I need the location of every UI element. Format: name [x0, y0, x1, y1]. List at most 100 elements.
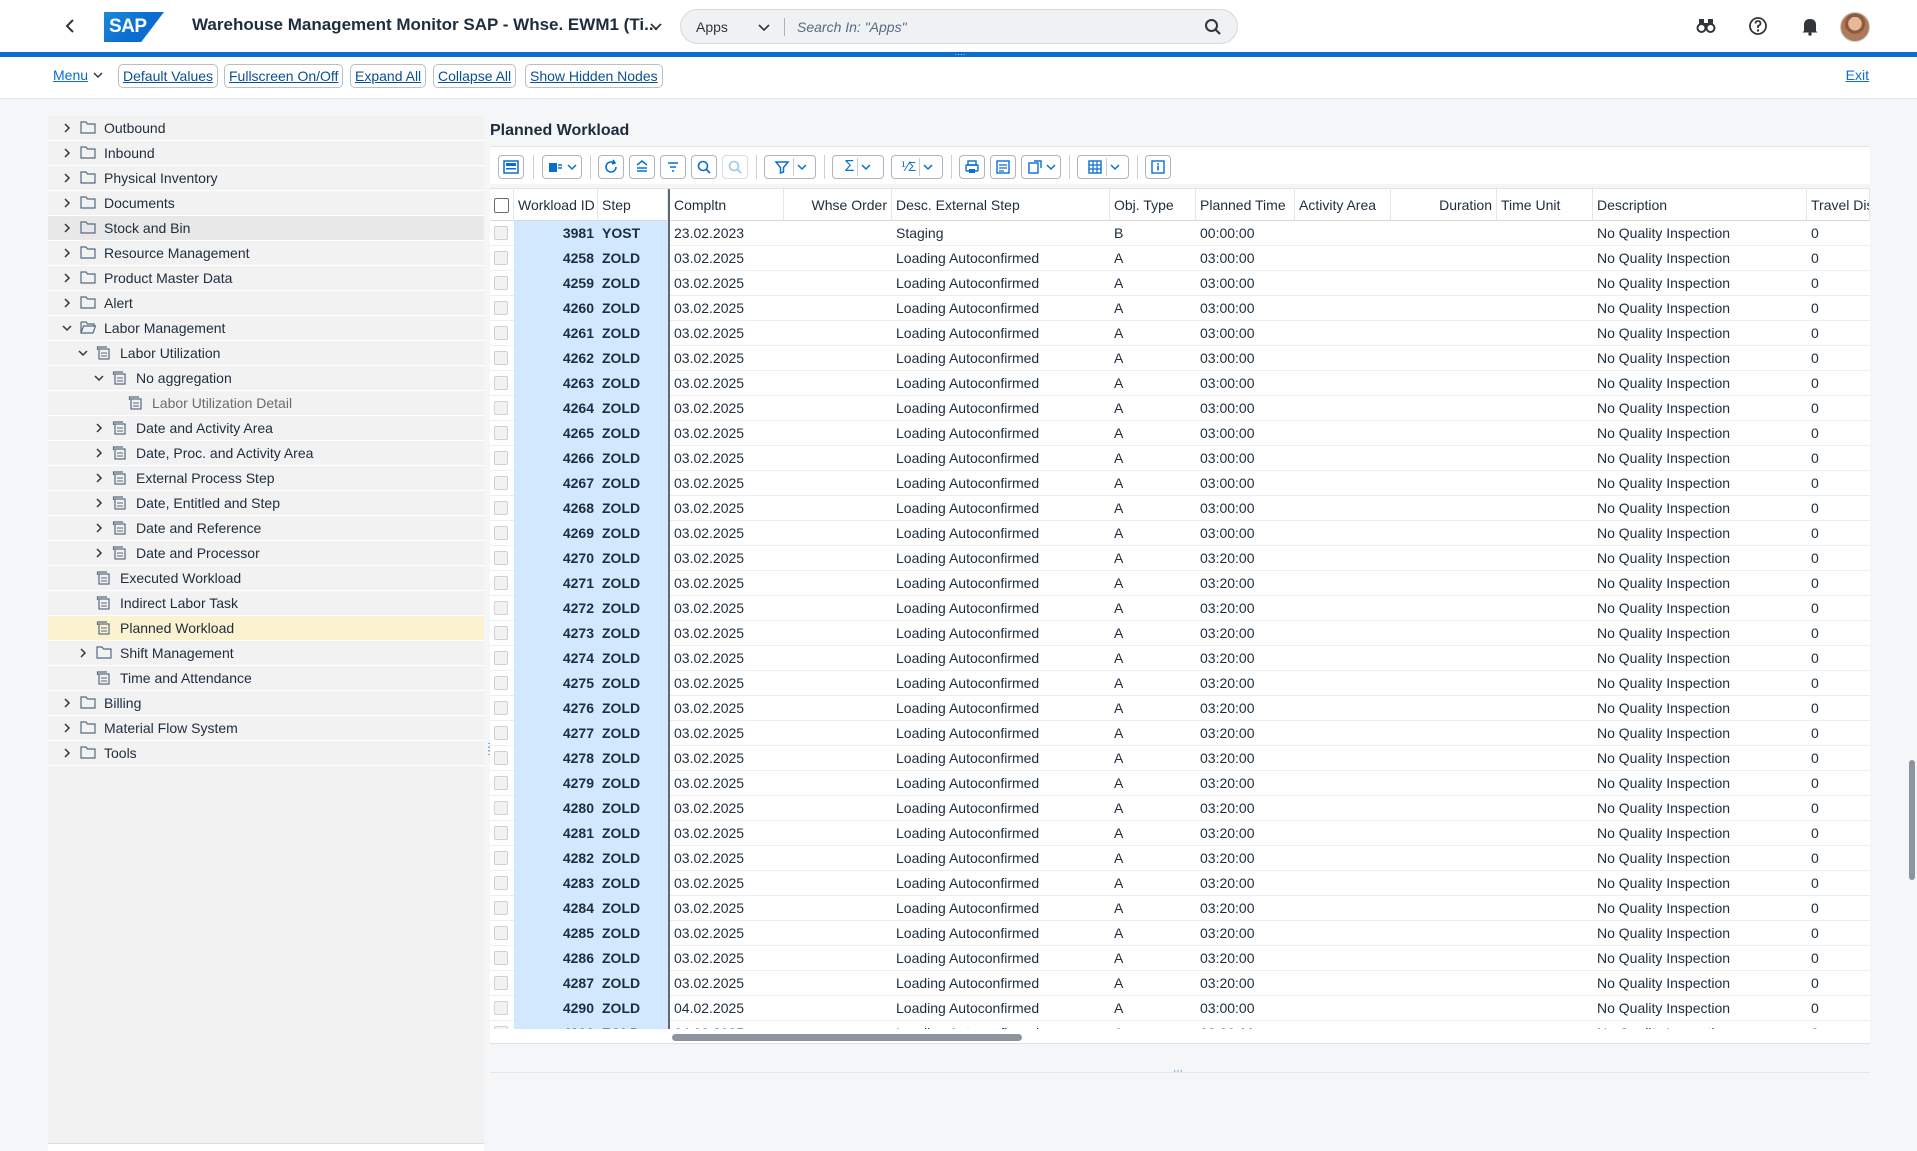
table-row[interactable]: 4283 ZOLD 03.02.2025 Loading Autoconfirmed A…	[490, 871, 1870, 896]
chevron-down-icon[interactable]	[756, 19, 772, 35]
tree-node[interactable]: Date and Processor	[48, 541, 484, 566]
column-header[interactable]: Workload ID	[514, 189, 598, 221]
tree-node[interactable]: Labor Utilization	[48, 341, 484, 366]
total-menu[interactable]: Σ	[832, 155, 884, 179]
search-scope-select[interactable]: Apps	[696, 19, 756, 35]
chevron-right-icon[interactable]	[92, 496, 106, 510]
table-row[interactable]: 4272 ZOLD 03.02.2025 Loading Autoconfirmed A…	[490, 596, 1870, 621]
exit-button[interactable]: Exit	[1846, 67, 1869, 83]
table-row[interactable]: 4284 ZOLD 03.02.2025 Loading Autoconfirmed A…	[490, 896, 1870, 921]
row-select-checkbox[interactable]	[490, 871, 514, 896]
row-select-checkbox[interactable]	[490, 396, 514, 421]
tree-node[interactable]: Date, Entitled and Step	[48, 491, 484, 516]
table-row[interactable]: 4268 ZOLD 03.02.2025 Loading Autoconfirmed A…	[490, 496, 1870, 521]
column-header[interactable]: Whse Order	[784, 189, 892, 221]
row-select-checkbox[interactable]	[490, 371, 514, 396]
table-row[interactable]: 4260 ZOLD 03.02.2025 Loading Autoconfirmed A…	[490, 296, 1870, 321]
sort-ascending-button[interactable]	[629, 155, 655, 179]
column-header[interactable]: Time Unit	[1497, 189, 1593, 221]
help-icon[interactable]	[1746, 14, 1770, 38]
table-row[interactable]: 4282 ZOLD 03.02.2025 Loading Autoconfirmed A…	[490, 846, 1870, 871]
row-select-checkbox[interactable]	[490, 621, 514, 646]
row-select-checkbox[interactable]	[490, 446, 514, 471]
table-row[interactable]: 4274 ZOLD 03.02.2025 Loading Autoconfirmed A…	[490, 646, 1870, 671]
scrollbar-thumb[interactable]	[672, 1034, 1022, 1041]
subtotal-menu[interactable]: ⅟Σ	[891, 155, 943, 179]
table-row[interactable]: 4275 ZOLD 03.02.2025 Loading Autoconfirmed A…	[490, 671, 1870, 696]
back-icon[interactable]	[60, 14, 80, 38]
find-button[interactable]	[691, 155, 717, 179]
sort-descending-button[interactable]	[660, 155, 686, 179]
row-select-checkbox[interactable]	[490, 921, 514, 946]
tree-node[interactable]: Outbound	[48, 116, 484, 141]
table-row[interactable]: 4286 ZOLD 03.02.2025 Loading Autoconfirmed A…	[490, 946, 1870, 971]
chevron-right-icon[interactable]	[92, 521, 106, 535]
row-select-checkbox[interactable]	[490, 546, 514, 571]
tree-node[interactable]: Stock and Bin	[48, 216, 484, 241]
search-input[interactable]: Search In: "Apps"	[797, 19, 1203, 35]
chevron-right-icon[interactable]	[92, 421, 106, 435]
tree-node[interactable]: Material Flow System	[48, 716, 484, 741]
tree-node[interactable]: Time and Attendance	[48, 666, 484, 691]
filter-menu[interactable]	[764, 155, 816, 179]
print-preview-menu[interactable]	[542, 155, 582, 179]
chevron-down-icon[interactable]	[60, 321, 74, 335]
row-select-checkbox[interactable]	[490, 321, 514, 346]
chevron-right-icon[interactable]	[60, 296, 74, 310]
layout-menu[interactable]	[1077, 155, 1129, 179]
row-select-checkbox[interactable]	[490, 646, 514, 671]
tree-node[interactable]: Inbound	[48, 141, 484, 166]
row-select-checkbox[interactable]	[490, 846, 514, 871]
chevron-down-icon[interactable]	[76, 346, 90, 360]
table-row[interactable]: 4261 ZOLD 03.02.2025 Loading Autoconfirmed A…	[490, 321, 1870, 346]
tree-node[interactable]: Executed Workload	[48, 566, 484, 591]
table-row[interactable]: 3981 YOST 23.02.2023 Staging B 00:00:00 No Qua…	[490, 221, 1870, 246]
row-select-checkbox[interactable]	[490, 771, 514, 796]
row-select-checkbox[interactable]	[490, 996, 514, 1021]
find-next-button[interactable]	[722, 155, 748, 179]
row-select-checkbox[interactable]	[490, 821, 514, 846]
table-row[interactable]: 4290 ZOLD 04.02.2025 Loading Autoconfirmed A…	[490, 996, 1870, 1021]
menu-button[interactable]: Menu	[53, 67, 104, 83]
chevron-right-icon[interactable]	[60, 246, 74, 260]
tree-node[interactable]: Date and Reference	[48, 516, 484, 541]
chevron-right-icon[interactable]	[60, 746, 74, 760]
tree-node[interactable]: Documents	[48, 191, 484, 216]
bell-icon[interactable]	[1798, 14, 1822, 38]
tree-node[interactable]: Product Master Data	[48, 266, 484, 291]
tree-node[interactable]: Billing	[48, 691, 484, 716]
export-menu[interactable]	[1021, 155, 1061, 179]
table-row[interactable]: 4285 ZOLD 03.02.2025 Loading Autoconfirmed A…	[490, 921, 1870, 946]
default-values-button[interactable]: Default Values	[118, 64, 219, 88]
views-button[interactable]	[990, 155, 1016, 179]
chevron-right-icon[interactable]	[60, 721, 74, 735]
show-hidden-nodes-button[interactable]: Show Hidden Nodes	[525, 64, 663, 88]
row-select-checkbox[interactable]	[490, 971, 514, 996]
chevron-right-icon[interactable]	[60, 146, 74, 160]
tree-node[interactable]: Planned Workload	[48, 616, 484, 641]
tree-node[interactable]: Labor Utilization Detail	[48, 391, 484, 416]
print-button[interactable]	[959, 155, 985, 179]
row-select-checkbox[interactable]	[490, 696, 514, 721]
table-row[interactable]: 4273 ZOLD 03.02.2025 Loading Autoconfirmed A…	[490, 621, 1870, 646]
row-select-checkbox[interactable]	[490, 571, 514, 596]
chevron-right-icon[interactable]	[60, 696, 74, 710]
vertical-scrollbar[interactable]	[1905, 60, 1917, 1151]
chevron-right-icon[interactable]	[60, 121, 74, 135]
information-button[interactable]	[1145, 155, 1171, 179]
row-select-checkbox[interactable]	[490, 421, 514, 446]
row-select-checkbox[interactable]	[490, 496, 514, 521]
table-row[interactable]: 4266 ZOLD 03.02.2025 Loading Autoconfirmed A…	[490, 446, 1870, 471]
search-icon[interactable]	[1203, 17, 1223, 37]
fullscreen-toggle-button[interactable]: Fullscreen On/Off	[224, 64, 344, 88]
binoculars-icon[interactable]	[1694, 14, 1718, 38]
tree-node[interactable]: Labor Management	[48, 316, 484, 341]
app-title[interactable]: Warehouse Management Monitor SAP - Whse.…	[192, 15, 658, 35]
sap-logo[interactable]: SAP	[104, 12, 164, 42]
table-row[interactable]: 4267 ZOLD 03.02.2025 Loading Autoconfirmed A…	[490, 471, 1870, 496]
tree-node[interactable]: Indirect Labor Task	[48, 591, 484, 616]
table-row[interactable]: 4265 ZOLD 03.02.2025 Loading Autoconfirmed A…	[490, 421, 1870, 446]
row-select-checkbox[interactable]	[490, 796, 514, 821]
select-all-checkbox[interactable]	[490, 189, 514, 221]
row-select-checkbox[interactable]	[490, 471, 514, 496]
